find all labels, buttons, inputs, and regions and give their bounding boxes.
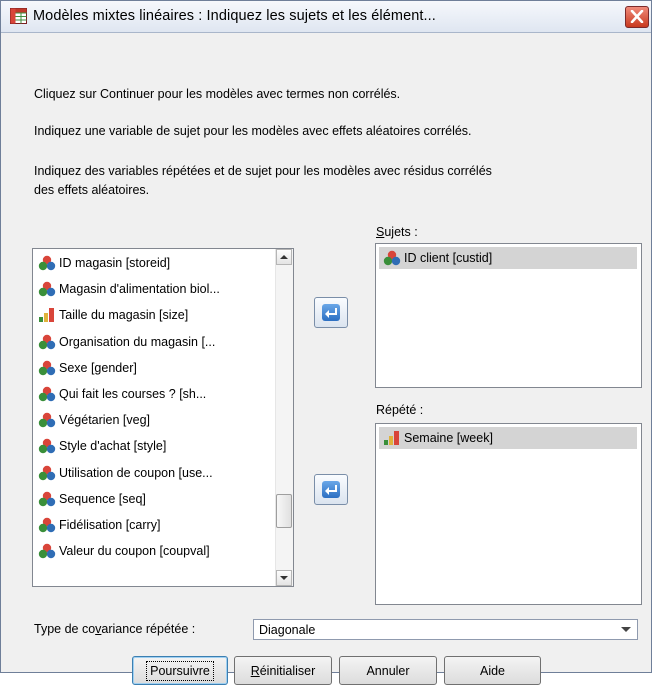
variable-item-label: Qui fait les courses ? [sh... bbox=[59, 387, 207, 401]
window-title: Modèles mixtes linéaires : Indiquez les … bbox=[33, 8, 436, 24]
instruction-subject: Indiquez une variable de sujet pour les … bbox=[34, 124, 472, 138]
repeated-item-label: Semaine [week] bbox=[404, 431, 493, 445]
move-arrow-bg bbox=[322, 304, 340, 321]
variable-item-label: Utilisation de coupon [use... bbox=[59, 465, 213, 480]
title-bar[interactable]: Modèles mixtes linéaires : Indiquez les … bbox=[1, 1, 651, 33]
continue-button-label: Poursuivre bbox=[146, 660, 214, 681]
nominal-icon bbox=[38, 281, 56, 297]
reset-button-label: Réinitialiser bbox=[248, 662, 319, 680]
dialog-content: Cliquez sur Continuer pour les modèles a… bbox=[1, 33, 651, 685]
variable-item-label: Taille du magasin [size] bbox=[59, 308, 189, 323]
variable-item-label: Style d'achat [style] bbox=[59, 439, 167, 454]
spss-table-icon bbox=[10, 8, 27, 24]
scroll-thumb[interactable] bbox=[276, 493, 292, 528]
repeated-list[interactable]: Semaine [week] bbox=[375, 423, 642, 605]
move-arrow-icon bbox=[325, 308, 337, 318]
variable-item-label: Valeur du coupon [coupval] bbox=[59, 544, 210, 559]
covariance-label: Type de covariance répétée : bbox=[34, 622, 195, 636]
nominal-icon bbox=[38, 543, 56, 559]
variable-item-label: Magasin d'alimentation biol... bbox=[59, 282, 220, 297]
nominal-icon bbox=[38, 465, 56, 480]
ordinal-icon bbox=[39, 308, 54, 323]
reset-button[interactable]: Réinitialiser bbox=[234, 656, 332, 685]
variable-item[interactable]: Qui fait les courses ? [sh... bbox=[38, 383, 206, 405]
subject-item-label: ID client [custid] bbox=[404, 251, 493, 265]
variable-item-label: Sexe [gender] bbox=[59, 360, 137, 375]
variable-item[interactable]: Végétarien [veg] bbox=[38, 409, 150, 431]
scroll-down-button[interactable] bbox=[276, 570, 292, 586]
nominal-icon bbox=[38, 412, 56, 428]
subjects-list[interactable]: ID client [custid] bbox=[375, 243, 642, 388]
nominal-icon bbox=[38, 386, 56, 402]
variable-item-label: Végétarien [veg] bbox=[59, 413, 151, 428]
variable-item[interactable]: ID magasin [storeid] bbox=[38, 252, 170, 274]
cancel-button[interactable]: Annuler bbox=[339, 656, 437, 685]
nominal-icon bbox=[383, 250, 401, 266]
nominal-icon bbox=[38, 439, 56, 454]
reset-mnemonic: R bbox=[250, 663, 260, 678]
variable-item[interactable]: Style d'achat [style] bbox=[38, 435, 166, 457]
variable-item-label: Organisation du magasin [... bbox=[59, 334, 216, 349]
continue-button[interactable]: Poursuivre bbox=[132, 656, 228, 685]
repeated-item[interactable]: Semaine [week] bbox=[379, 427, 637, 449]
move-arrow-icon bbox=[325, 485, 337, 495]
nominal-icon bbox=[38, 491, 56, 506]
reset-rest: éinitialiser bbox=[259, 663, 316, 678]
instruction-uncorrelated: Cliquez sur Continuer pour les modèles a… bbox=[34, 87, 401, 101]
nominal-icon bbox=[38, 360, 56, 375]
variable-item-label: Fidélisation [carry] bbox=[59, 518, 161, 532]
dialog-window: Modèles mixtes linéaires : Indiquez les … bbox=[0, 0, 652, 685]
help-button-label: Aide bbox=[479, 663, 506, 678]
cancel-button-label: Annuler bbox=[366, 663, 410, 678]
repeated-label: Répété : bbox=[376, 403, 424, 417]
variable-item-label: Sequence [seq] bbox=[59, 491, 146, 506]
instruction-repeated-line1: Indiquez des variables répétées et de su… bbox=[34, 164, 492, 178]
variable-item[interactable]: Organisation du magasin [... bbox=[38, 331, 215, 353]
variable-item[interactable]: Taille du magasin [size] bbox=[38, 304, 188, 326]
covariance-label-post: ariance répétée : bbox=[101, 622, 196, 636]
covariance-label-pre: Type de co bbox=[34, 622, 96, 636]
variable-item[interactable]: Valeur du coupon [coupval] bbox=[38, 540, 210, 562]
close-icon bbox=[630, 10, 644, 23]
variable-list[interactable]: ID magasin [storeid] Magasin d'alimentati… bbox=[32, 248, 294, 587]
variable-item[interactable]: Sexe [gender] bbox=[38, 357, 137, 379]
covariance-type-select[interactable]: Diagonale bbox=[253, 619, 638, 640]
variable-list-scrollbar[interactable] bbox=[275, 249, 293, 586]
variable-item-label: ID magasin [storeid] bbox=[59, 256, 171, 270]
move-to-subjects-button[interactable] bbox=[314, 297, 348, 328]
dropdown-arrow-icon bbox=[621, 627, 631, 632]
scroll-up-button[interactable] bbox=[276, 249, 292, 265]
subjects-label-rest: ujets : bbox=[384, 225, 418, 239]
move-arrow-bg-2 bbox=[322, 481, 340, 498]
help-button[interactable]: Aide bbox=[444, 656, 541, 685]
nominal-icon bbox=[38, 517, 56, 533]
covariance-type-value: Diagonale bbox=[259, 623, 316, 637]
move-to-repeated-button[interactable] bbox=[314, 474, 348, 505]
instruction-repeated-line2: des effets aléatoires. bbox=[34, 183, 150, 197]
variable-item[interactable]: Fidélisation [carry] bbox=[38, 514, 160, 536]
arrow-down-icon bbox=[280, 576, 288, 580]
nominal-icon bbox=[38, 334, 56, 349]
arrow-up-icon bbox=[280, 255, 288, 259]
ordinal-icon bbox=[384, 431, 399, 445]
nominal-icon bbox=[38, 255, 56, 271]
subjects-label: Sujets : bbox=[376, 225, 418, 239]
variable-item[interactable]: Utilisation de coupon [use... bbox=[38, 462, 213, 484]
variable-item[interactable]: Sequence [seq] bbox=[38, 488, 146, 510]
subject-item[interactable]: ID client [custid] bbox=[379, 247, 637, 269]
variable-item[interactable]: Magasin d'alimentation biol... bbox=[38, 278, 220, 300]
close-button[interactable] bbox=[625, 6, 649, 28]
